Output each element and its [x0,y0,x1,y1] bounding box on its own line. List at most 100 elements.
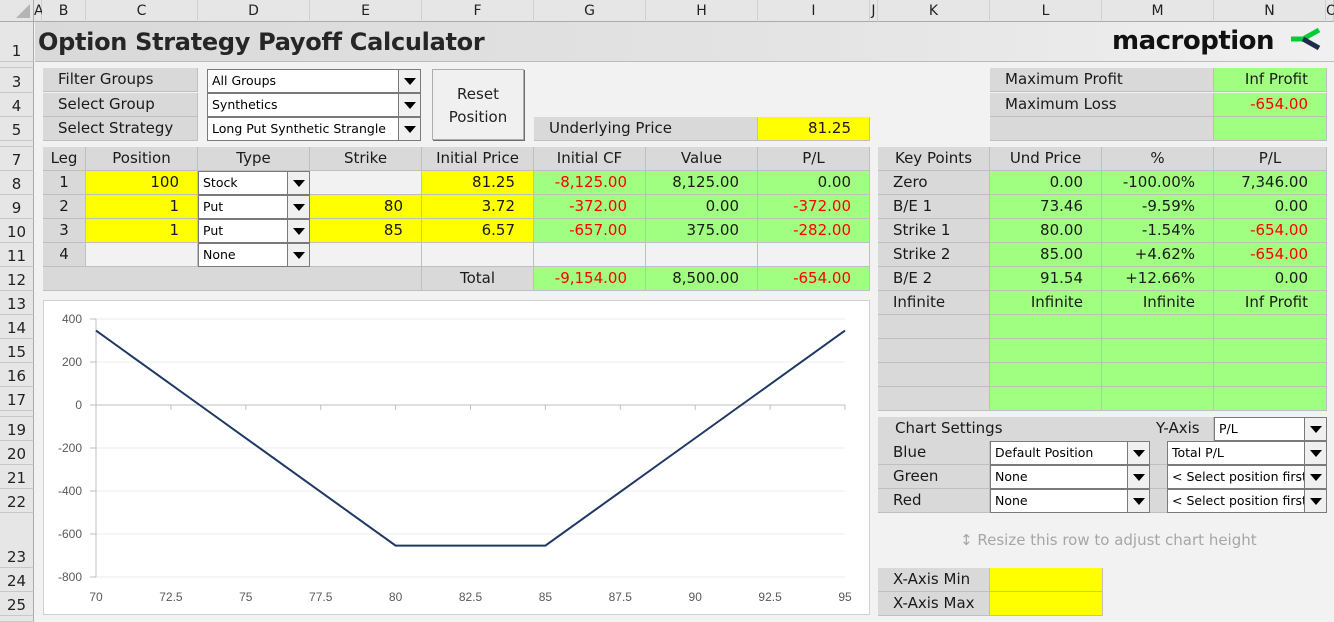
leg-position-input[interactable]: 100 [86,171,198,195]
chart-blue-series-dropdown[interactable]: Total P/L [1167,441,1327,465]
key-point-und-price: 85.00 [990,243,1102,267]
underlying-price-input[interactable]: 81.25 [758,117,870,141]
column-header[interactable]: L [990,0,1102,22]
row-header[interactable]: 23 [0,513,34,568]
column-header[interactable]: H [646,0,758,22]
chevron-down-icon[interactable] [287,172,309,194]
column-header[interactable]: B [42,0,86,22]
row-header[interactable]: 10 [0,219,34,243]
chart-green-series-dropdown[interactable]: < Select position first [1167,465,1327,489]
column-header[interactable]: M [1102,0,1214,22]
x-axis-max-input[interactable] [990,592,1103,616]
row-header[interactable]: 17 [0,387,34,411]
x-tick-label: 95 [838,590,852,604]
row-header[interactable]: 19 [0,417,34,441]
row-header[interactable]: 21 [0,465,34,489]
chevron-down-icon[interactable] [1304,418,1326,440]
row-header[interactable]: 7 [0,147,34,171]
leg-strike-input[interactable]: 85 [310,219,422,243]
column-header[interactable]: N [1214,0,1326,22]
chevron-down-icon[interactable] [398,94,420,116]
leg-strike-input[interactable]: 80 [310,195,422,219]
leg-type-dropdown[interactable]: Stock [198,171,310,195]
chevron-down-icon[interactable] [1304,466,1326,488]
chart-blue-position-dropdown[interactable]: Default Position [990,441,1150,465]
legs-header-4: Initial Price [422,147,534,171]
row-header[interactable]: 25 [0,592,34,616]
y-tick-label: -600 [58,527,82,541]
column-header[interactable]: E [310,0,422,22]
column-header[interactable]: F [422,0,534,22]
column-header[interactable]: J [870,0,878,22]
row-header[interactable]: 5 [0,117,34,141]
reset-position-button[interactable]: Reset Position [432,69,524,140]
chevron-down-icon[interactable] [1127,442,1149,464]
y-axis-dropdown[interactable]: P/L [1214,417,1327,441]
chevron-down-icon[interactable] [1304,490,1326,512]
chart-green-position-dropdown[interactable]: None [990,465,1150,489]
leg-initial-price-input[interactable]: 6.57 [422,219,534,243]
row-header[interactable]: 15 [0,339,34,363]
row-header[interactable]: 4 [0,93,34,117]
leg-type-dropdown[interactable]: None [198,243,310,267]
filter-groups-dropdown[interactable]: All Groups [207,69,421,93]
column-header[interactable]: K [878,0,990,22]
x-tick-label: 82.5 [459,590,483,604]
leg-position-input[interactable]: 1 [86,219,198,243]
row-header[interactable]: 11 [0,243,34,267]
chevron-down-icon[interactable] [1127,490,1149,512]
chart-red-position-dropdown[interactable]: None [990,489,1150,513]
leg-position-input[interactable] [86,243,198,267]
row-header[interactable]: 14 [0,315,34,339]
row-header[interactable]: 8 [0,171,34,195]
column-header[interactable]: O [1326,0,1334,22]
leg-position-input[interactable]: 1 [86,195,198,219]
row-header[interactable]: 3 [0,68,34,93]
chevron-down-icon[interactable] [1127,466,1149,488]
select-strategy-label: Select Strategy [43,117,198,141]
chevron-down-icon[interactable] [1304,442,1326,464]
key-point-pct: -9.59% [1102,195,1214,219]
key-point-pl [1214,387,1327,411]
row-header[interactable]: 16 [0,363,34,387]
row-header[interactable]: 13 [0,291,34,315]
key-point-name [878,387,990,411]
key-point-name: Zero [878,171,990,195]
legs-header-6: Value [646,147,758,171]
row-header[interactable]: 12 [0,267,34,291]
chevron-down-icon[interactable] [287,196,309,218]
row-header[interactable]: 9 [0,195,34,219]
row-header[interactable]: 20 [0,441,34,465]
key-point-pl: Inf Profit [1214,291,1327,315]
row-header[interactable]: 24 [0,568,34,592]
select-all-corner[interactable] [0,0,34,22]
chevron-down-icon[interactable] [398,70,420,92]
leg-type-dropdown[interactable]: Put [198,219,310,243]
leg-value: 8,125.00 [646,171,758,195]
leg-initial-price-input[interactable]: 3.72 [422,195,534,219]
leg-initial-price-input[interactable]: 81.25 [422,171,534,195]
chevron-down-icon[interactable] [398,118,420,140]
chart-red-series-dropdown[interactable]: < Select position first [1167,489,1327,513]
column-header[interactable]: D [198,0,310,22]
select-strategy-dropdown[interactable]: Long Put Synthetic Strangle [207,117,421,141]
x-axis-min-label: X-Axis Min [878,568,990,592]
leg-type-dropdown[interactable]: Put [198,195,310,219]
key-point-und-price: 73.46 [990,195,1102,219]
leg-initial-price-input[interactable] [422,243,534,267]
leg-strike-input[interactable] [310,243,422,267]
chart-color-label: Green [878,465,990,489]
column-header[interactable]: A [34,0,44,22]
leg-strike-input[interactable] [310,171,422,195]
column-header[interactable]: G [534,0,646,22]
select-group-dropdown[interactable]: Synthetics [207,93,421,117]
chart-red-position-dropdown-value: None [995,493,1028,508]
column-header[interactable]: I [758,0,870,22]
row-header[interactable]: 22 [0,489,34,513]
row-header[interactable]: 1 [0,22,34,62]
column-header[interactable]: C [86,0,198,22]
chevron-down-icon[interactable] [287,220,309,242]
chevron-down-icon[interactable] [287,244,309,266]
leg-number: 2 [43,195,86,219]
x-axis-min-input[interactable] [990,568,1103,592]
